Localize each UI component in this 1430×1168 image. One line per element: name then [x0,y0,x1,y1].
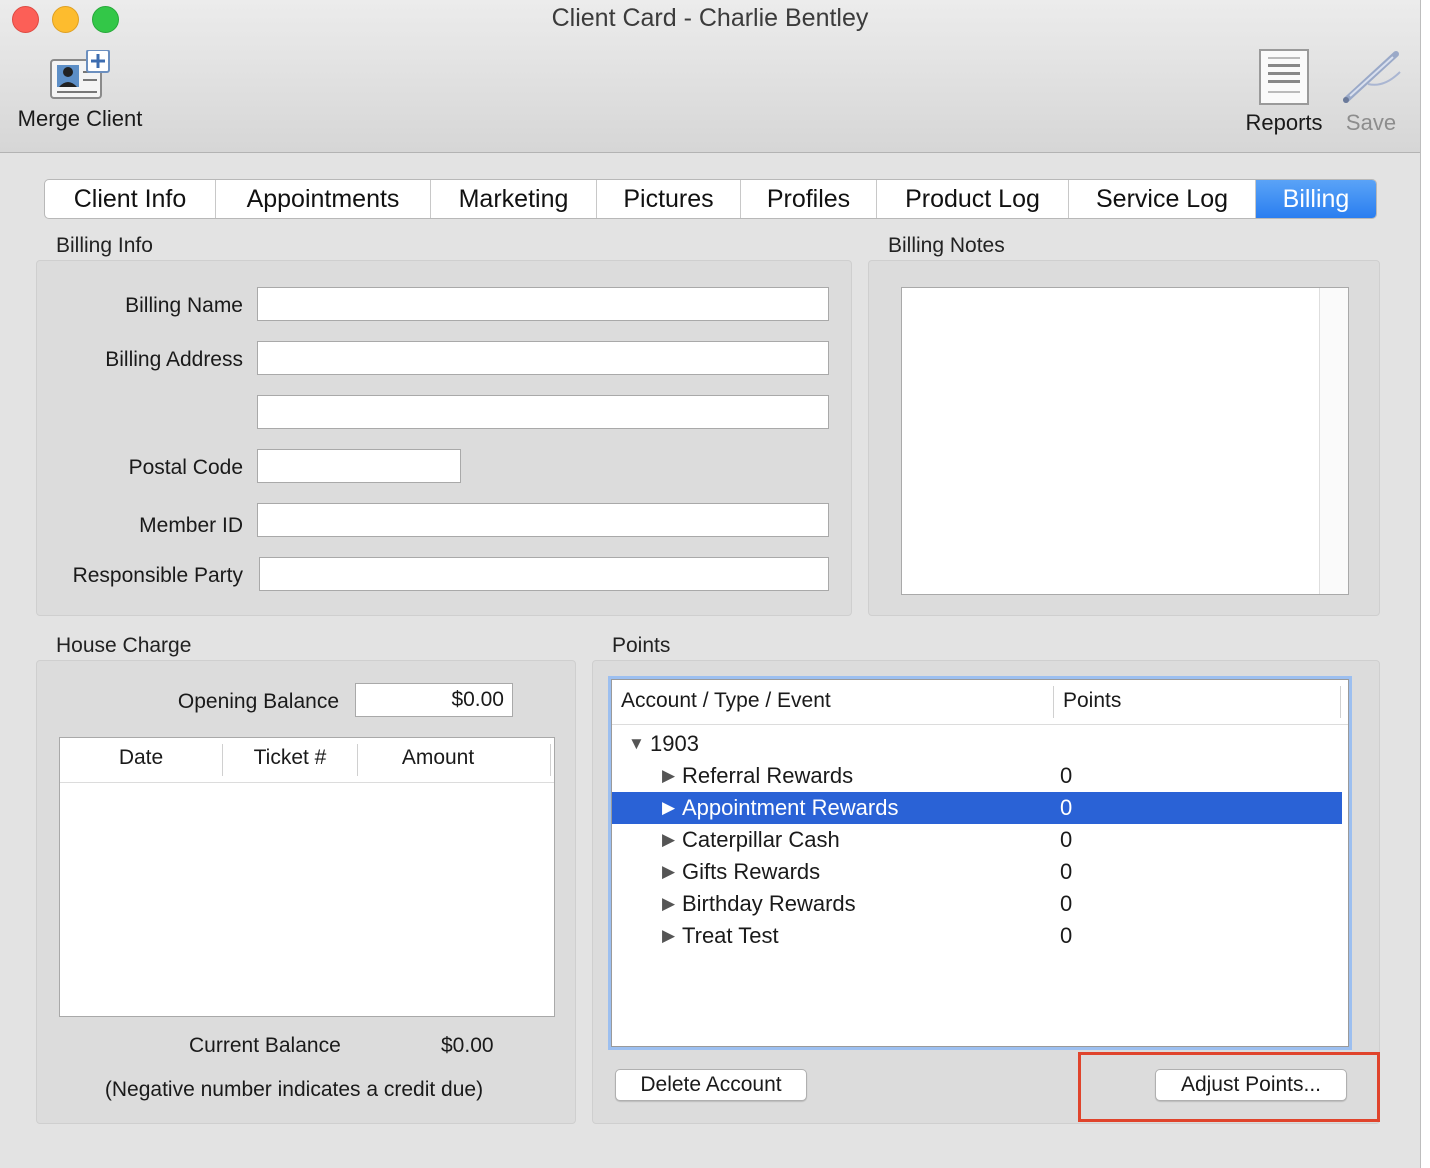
reward-points-value: 0 [1060,795,1073,820]
account-row[interactable]: ▼ 1903 [612,728,1342,760]
disclosure-triangle-icon[interactable]: ▶ [662,920,675,952]
postal-code-field[interactable] [257,449,461,483]
house-charge-table-header: Date Ticket # Amount [60,738,554,783]
billing-notes-scrollbar[interactable] [1319,288,1348,594]
billing-name-label: Billing Name [125,294,243,317]
reports-label: Reports [1245,110,1323,135]
client-card-window: Client Card - Charlie Bentley Merge Clie… [0,0,1421,1168]
reward-points-value: 0 [1060,763,1073,788]
responsible-party-field[interactable] [259,557,829,591]
pen-icon [1343,51,1401,103]
billing-address-label: Billing Address [105,348,243,371]
merge-client-label: Merge Client [17,106,143,131]
house-charge-panel: Opening Balance $0.00 Date Ticket # Amou… [36,660,576,1124]
member-id-label: Member ID [139,514,243,537]
merge-client-button[interactable]: Merge Client [10,50,150,132]
disclosure-triangle-expanded-icon[interactable]: ▼ [628,728,645,760]
reward-points-value: 0 [1060,827,1073,852]
billing-notes-panel [868,260,1380,616]
amount-column-header[interactable]: Amount [358,746,518,770]
ticket-column-header[interactable]: Ticket # [223,746,357,770]
points-table-header: Account / Type / Event Points [612,680,1348,725]
opening-balance-field[interactable]: $0.00 [355,683,513,717]
billing-notes-title: Billing Notes [888,234,1005,257]
tab-pictures[interactable]: Pictures [597,180,741,218]
account-number: 1903 [650,731,699,756]
credit-note: (Negative number indicates a credit due) [104,1078,484,1101]
reward-type-name: Appointment Rewards [682,795,899,820]
tab-client-info[interactable]: Client Info [45,180,216,218]
reward-points-value: 0 [1060,923,1073,948]
member-id-field[interactable] [257,503,829,537]
reports-button[interactable]: Reports [1238,48,1330,136]
merge-client-icon [50,50,110,99]
points-row[interactable]: ▶ Birthday Rewards 0 [612,888,1342,920]
points-table[interactable]: Account / Type / Event Points ▼ 1903 ▶ R… [611,679,1349,1047]
disclosure-triangle-icon[interactable]: ▶ [662,888,675,920]
reward-type-name: Caterpillar Cash [682,827,840,852]
disclosure-triangle-icon[interactable]: ▶ [662,824,675,856]
window-title: Client Card - Charlie Bentley [551,4,869,32]
current-balance-value: $0.00 [441,1034,494,1057]
reward-points-value: 0 [1060,891,1073,916]
title-bar: Client Card - Charlie Bentley Merge Clie… [0,0,1420,153]
highlight-box [1078,1052,1380,1122]
billing-address-line1-field[interactable] [257,341,829,375]
current-balance-label: Current Balance [189,1034,341,1057]
reward-type-name: Referral Rewards [682,763,854,788]
billing-info-title: Billing Info [56,234,153,257]
column-divider [1053,686,1054,718]
save-label: Save [1345,110,1397,135]
tab-bar: Client Info Appointments Marketing Pictu… [44,179,1377,219]
points-title: Points [612,634,671,657]
disclosure-triangle-icon[interactable]: ▶ [662,760,675,792]
reward-type-name: Birthday Rewards [682,891,856,916]
delete-account-button[interactable]: Delete Account [615,1069,807,1101]
column-divider [1340,686,1341,718]
billing-info-panel: Billing Name Billing Address Postal Code… [36,260,852,616]
date-column-header[interactable]: Date [60,746,222,770]
tab-service-log[interactable]: Service Log [1069,180,1256,218]
points-column-header[interactable]: Points [1063,689,1121,713]
points-row[interactable]: ▶ Treat Test 0 [612,920,1342,952]
disclosure-triangle-icon[interactable]: ▶ [662,856,675,888]
tab-profiles[interactable]: Profiles [741,180,877,218]
points-row[interactable]: ▶ Gifts Rewards 0 [612,856,1342,888]
opening-balance-label: Opening Balance [177,690,339,713]
house-charge-title: House Charge [56,634,192,657]
postal-code-label: Postal Code [128,456,243,479]
points-row[interactable]: ▶ Caterpillar Cash 0 [612,824,1342,856]
save-button[interactable]: Save [1333,46,1409,136]
report-document-icon [1259,49,1309,105]
reward-type-name: Gifts Rewards [682,859,821,884]
billing-address-line2-field[interactable] [257,395,829,429]
reward-points-value: 0 [1060,859,1073,884]
disclosure-triangle-icon[interactable]: ▶ [662,792,675,824]
tab-billing[interactable]: Billing [1256,180,1376,218]
billing-name-field[interactable] [257,287,829,321]
reward-type-name: Treat Test [682,923,779,948]
tab-appointments[interactable]: Appointments [216,180,431,218]
points-row[interactable]: ▶ Referral Rewards 0 [612,760,1342,792]
account-column-header[interactable]: Account / Type / Event [621,689,831,713]
tab-marketing[interactable]: Marketing [431,180,597,218]
column-divider [550,744,551,776]
tab-product-log[interactable]: Product Log [877,180,1069,218]
house-charge-table[interactable]: Date Ticket # Amount [59,737,555,1017]
responsible-party-label: Responsible Party [72,564,243,587]
billing-notes-textarea[interactable] [901,287,1349,595]
points-row-selected[interactable]: ▶ Appointment Rewards 0 [612,792,1342,824]
